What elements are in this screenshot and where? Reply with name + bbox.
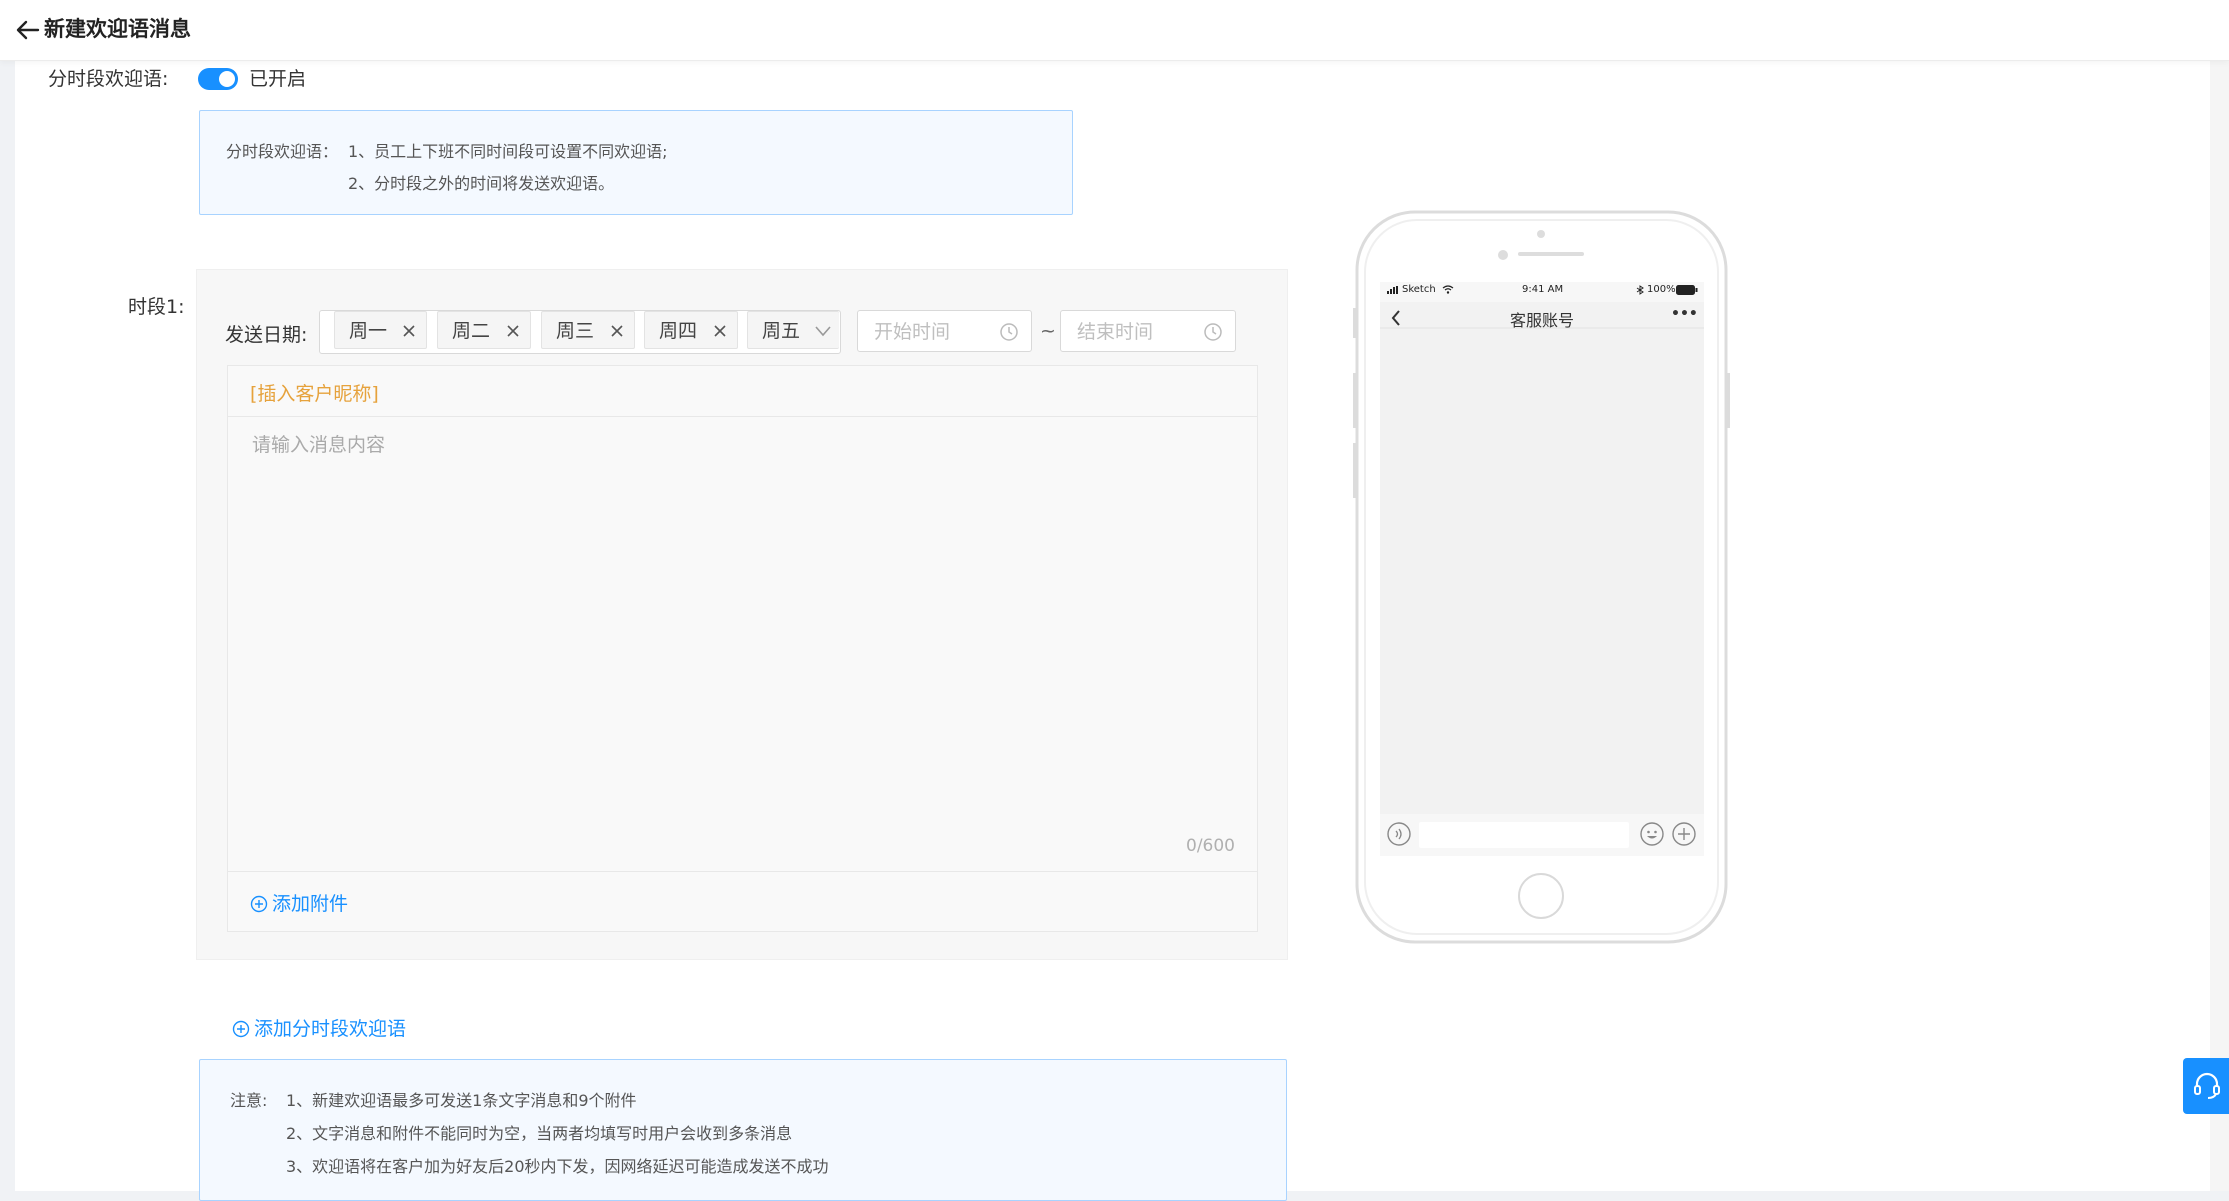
end-time-input[interactable] [1075,320,1189,344]
info-prefix: 分时段欢迎语： [226,142,339,161]
note-line-1: 1、新建欢迎语最多可发送1条文字消息和9个附件 [286,1091,637,1110]
message-textarea[interactable] [250,428,1234,802]
customer-service-button[interactable] [2183,1058,2229,1114]
clock-icon [1204,323,1222,341]
battery-percent: 100% [1647,284,1676,295]
add-attachment-label: 添加附件 [272,893,349,915]
char-counter: 0/600 [1186,836,1235,856]
editor-toolbar: [插入客户昵称] [228,366,1257,417]
day-tag-label: 周四 [659,320,698,342]
start-time-picker[interactable] [857,310,1032,352]
timeslot-toggle-switch[interactable] [198,68,238,90]
emoji-icon [1640,822,1664,846]
day-tag: 周五 [747,311,839,349]
timeslot-info-box: 分时段欢迎语： 1、员工上下班不同时间段可设置不同欢迎语; 2、分时段之外的时间… [199,110,1073,215]
day-tag: 周三 [541,311,635,349]
note-line-2: 2、文字消息和附件不能同时为空，当两者均填写时用户会收到多条消息 [286,1124,793,1143]
day-tag-label: 周三 [556,320,595,342]
plus-circle-icon [250,895,268,913]
page-title: 新建欢迎语消息 [44,17,191,41]
close-icon[interactable] [402,324,416,338]
close-icon[interactable] [506,324,520,338]
close-icon[interactable] [713,324,727,338]
carrier-name: Sketch [1402,284,1436,295]
chat-title: 客服账号 [1510,311,1575,330]
toggle-state-text: 已开启 [249,68,307,90]
day-tag-label: 周二 [452,320,491,342]
timeslot-toggle-label: 分时段欢迎语: [48,68,169,90]
notes-prefix: 注意: [230,1091,268,1110]
day-tag: 周一 [334,311,427,349]
notes-box: 注意: 1、新建欢迎语最多可发送1条文字消息和9个附件 2、文字消息和附件不能同… [199,1059,1287,1201]
info-line-1: 1、员工上下班不同时间段可设置不同欢迎语; [348,142,668,161]
chevron-down-icon[interactable] [815,325,831,337]
arrow-left-icon[interactable] [14,16,42,44]
editor-footer: 添加附件 [228,871,1257,932]
segment-label: 时段1: [128,296,185,318]
chevron-left-icon [1391,310,1400,326]
message-editor: [插入客户昵称] 0/600 添加附件 [227,365,1258,932]
headset-icon [2194,1072,2220,1099]
clock-icon [1000,323,1018,341]
day-tag-label: 周五 [762,320,801,342]
note-line-3: 3、欢迎语将在客户加为好友后20秒内下发，因网络延迟可能造成发送不成功 [286,1157,829,1176]
more-menu: ••• [1671,306,1698,322]
add-timeslot-button[interactable]: 添加分时段欢迎语 [232,1014,406,1041]
signal-icon [1387,286,1398,294]
day-tag: 周二 [437,311,531,349]
plus-circle-icon [232,1020,250,1038]
scrollbar[interactable] [2210,60,2229,1191]
add-timeslot-label: 添加分时段欢迎语 [254,1018,407,1040]
phone-clock: 9:41 AM [1522,284,1564,295]
insert-nickname-link[interactable]: [插入客户昵称] [250,379,379,406]
battery-icon [1676,285,1698,295]
toggle-knob [219,71,235,87]
end-time-picker[interactable] [1060,310,1236,352]
send-date-label: 发送日期: [225,324,308,346]
wifi-icon [1442,285,1454,294]
close-icon[interactable] [610,324,624,338]
day-tag: 周四 [644,311,738,349]
info-line-2: 2、分时段之外的时间将发送欢迎语。 [348,174,615,193]
send-days-select[interactable]: 周一 周二 周三 周四 周五 [319,310,841,354]
start-time-input[interactable] [872,320,986,344]
time-range-separator: ~ [1040,320,1056,342]
plus-icon [1672,822,1696,846]
page-header: 新建欢迎语消息 [0,0,2229,61]
voice-icon [1387,822,1411,846]
day-tag-label: 周一 [349,320,388,342]
add-attachment-button[interactable]: 添加附件 [250,889,348,916]
bluetooth-icon [1636,285,1644,295]
